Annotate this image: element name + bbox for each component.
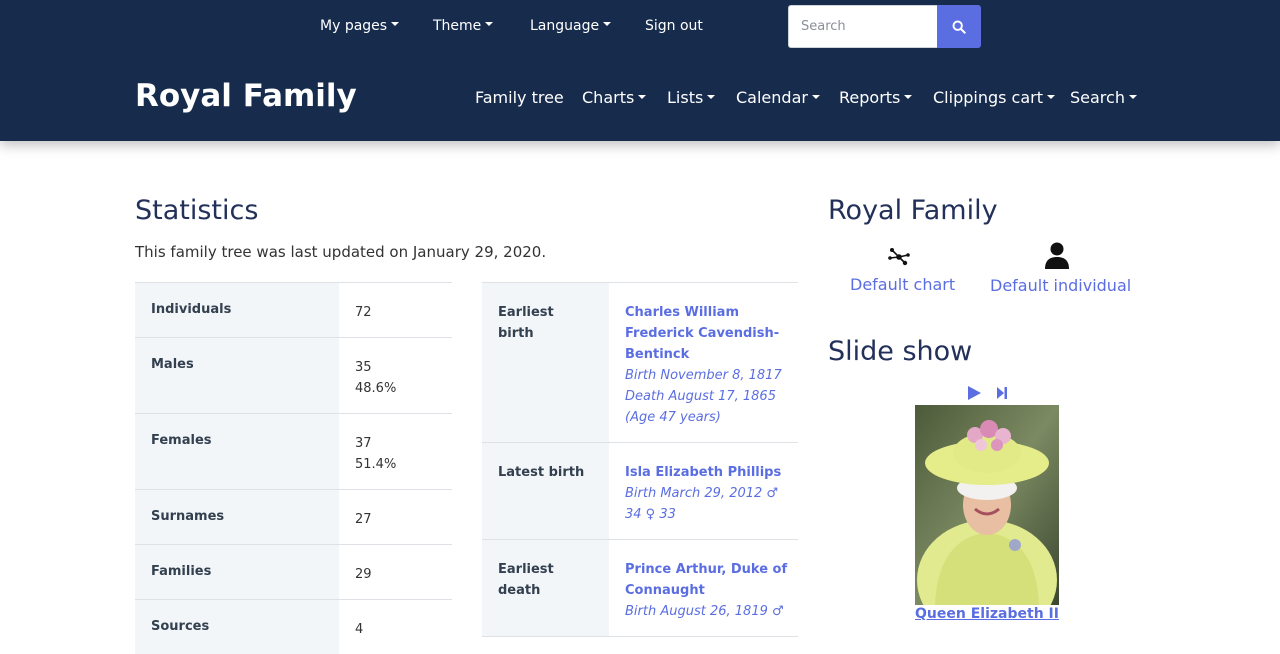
- sign-out-link[interactable]: Sign out: [645, 18, 703, 34]
- sign-out-label: Sign out: [645, 18, 703, 34]
- statistics-title: Statistics: [135, 195, 258, 226]
- death-detail: Death August 17, 1865: [625, 386, 788, 407]
- nav-clippings-cart-label: Clippings cart: [933, 88, 1043, 107]
- table-row: Sources 4: [135, 600, 452, 654]
- nav-reports[interactable]: Reports: [839, 88, 912, 107]
- birth-value: Charles William Frederick Cavendish-Bent…: [609, 283, 798, 443]
- nav-calendar[interactable]: Calendar: [736, 88, 820, 107]
- person-link[interactable]: Charles William Frederick Cavendish-Bent…: [625, 302, 788, 365]
- nav-charts[interactable]: Charts: [582, 88, 646, 107]
- caret-down-icon: [904, 95, 912, 99]
- skip-next-icon[interactable]: [996, 385, 1008, 405]
- stat-value: 27: [339, 490, 452, 545]
- caret-down-icon: [603, 22, 611, 26]
- birth-detail: Birth March 29, 2012 ♂ 34 ♀ 33: [625, 483, 788, 525]
- slideshow-controls: [966, 385, 1008, 405]
- nav-lists[interactable]: Lists: [667, 88, 715, 107]
- caret-down-icon: [485, 22, 493, 26]
- birth-value: Prince Arthur, Duke of Connaught Birth A…: [609, 540, 798, 637]
- caret-down-icon: [812, 95, 820, 99]
- statistics-table: Individuals72 Males3548.6% Females3751.4…: [135, 282, 452, 654]
- stat-value-primary: 72: [355, 302, 436, 323]
- birth-detail: Birth November 8, 1817: [625, 365, 788, 386]
- search-icon: [952, 20, 966, 34]
- table-row: Earliest death Prince Arthur, Duke of Co…: [482, 540, 798, 637]
- caret-down-icon: [391, 22, 399, 26]
- theme-menu[interactable]: Theme: [433, 18, 493, 34]
- table-row: Surnames 27: [135, 490, 452, 545]
- stat-value: 29: [339, 545, 452, 600]
- birth-label: Earliest death: [482, 540, 609, 637]
- default-chart-label: Default chart: [850, 275, 948, 294]
- stat-label: Individuals: [135, 283, 339, 338]
- search-button[interactable]: [937, 5, 981, 48]
- nav-lists-label: Lists: [667, 88, 703, 107]
- stat-label: Families: [135, 545, 339, 600]
- stat-value: 72: [339, 283, 452, 338]
- caret-down-icon: [638, 95, 646, 99]
- age-detail: (Age 47 years): [625, 407, 788, 428]
- table-row: Males3548.6%: [135, 338, 452, 414]
- stat-value: 4: [339, 600, 452, 654]
- language-label: Language: [530, 18, 599, 34]
- main-content: Statistics This family tree was last upd…: [0, 141, 1280, 621]
- birth-detail: Birth August 26, 1819 ♂: [625, 601, 788, 622]
- caret-down-icon: [1129, 95, 1137, 99]
- site-title[interactable]: Royal Family: [135, 78, 357, 114]
- caret-down-icon: [707, 95, 715, 99]
- stat-label: Females: [135, 414, 339, 490]
- person-link[interactable]: Prince Arthur, Duke of Connaught: [625, 559, 788, 601]
- nav-search[interactable]: Search: [1070, 88, 1137, 107]
- nav-family-tree[interactable]: Family tree: [475, 88, 564, 107]
- photo-caption-link[interactable]: Queen Elizabeth II: [915, 606, 1059, 622]
- stat-value-primary: 29: [355, 564, 436, 585]
- search-input[interactable]: [788, 5, 938, 48]
- table-row: Latest birth Isla Elizabeth Phillips Bir…: [482, 443, 798, 540]
- stat-label: Sources: [135, 600, 339, 654]
- default-individual-label: Default individual: [990, 276, 1124, 295]
- nav-reports-label: Reports: [839, 88, 900, 107]
- site-header: My pages Theme Language Sign out Royal F…: [0, 0, 1280, 141]
- stat-value-percent: 51.4%: [355, 454, 436, 475]
- birth-label: Latest birth: [482, 443, 609, 540]
- stat-value: 3751.4%: [339, 414, 452, 490]
- table-row: Females3751.4%: [135, 414, 452, 490]
- person-icon: [1044, 242, 1070, 270]
- stat-label: Males: [135, 338, 339, 414]
- stat-label: Surnames: [135, 490, 339, 545]
- birth-label: Earliest birth: [482, 283, 609, 443]
- my-pages-menu[interactable]: My pages: [320, 18, 399, 34]
- header-search: [788, 5, 981, 48]
- default-chart-link[interactable]: Default chart: [850, 245, 948, 294]
- nav-charts-label: Charts: [582, 88, 634, 107]
- nav-search-label: Search: [1070, 88, 1125, 107]
- nav-calendar-label: Calendar: [736, 88, 808, 107]
- chart-nodes-icon: [886, 245, 912, 269]
- default-individual-link[interactable]: Default individual: [990, 242, 1124, 295]
- stat-value-primary: 4: [355, 619, 436, 640]
- nav-family-tree-label: Family tree: [475, 88, 564, 107]
- table-row: Earliest birth Charles William Frederick…: [482, 283, 798, 443]
- stat-value: 3548.6%: [339, 338, 452, 414]
- birth-value: Isla Elizabeth Phillips Birth March 29, …: [609, 443, 798, 540]
- stat-value-primary: 37: [355, 433, 436, 454]
- play-icon[interactable]: [966, 385, 982, 405]
- last-updated-text: This family tree was last updated on Jan…: [135, 243, 546, 261]
- theme-label: Theme: [433, 18, 481, 34]
- sidebar-title: Royal Family: [828, 195, 998, 226]
- language-menu[interactable]: Language: [530, 18, 611, 34]
- stat-value-primary: 27: [355, 509, 436, 530]
- slideshow-title: Slide show: [828, 336, 972, 367]
- births-table: Earliest birth Charles William Frederick…: [482, 282, 798, 637]
- table-row: Families 29: [135, 545, 452, 600]
- person-link[interactable]: Isla Elizabeth Phillips: [625, 462, 788, 483]
- stat-value-primary: 35: [355, 357, 436, 378]
- my-pages-label: My pages: [320, 18, 387, 34]
- slideshow-photo[interactable]: [915, 405, 1059, 605]
- table-row: Individuals 72: [135, 283, 452, 338]
- nav-clippings-cart[interactable]: Clippings cart: [933, 88, 1055, 107]
- caret-down-icon: [1047, 95, 1055, 99]
- stat-value-percent: 48.6%: [355, 378, 436, 399]
